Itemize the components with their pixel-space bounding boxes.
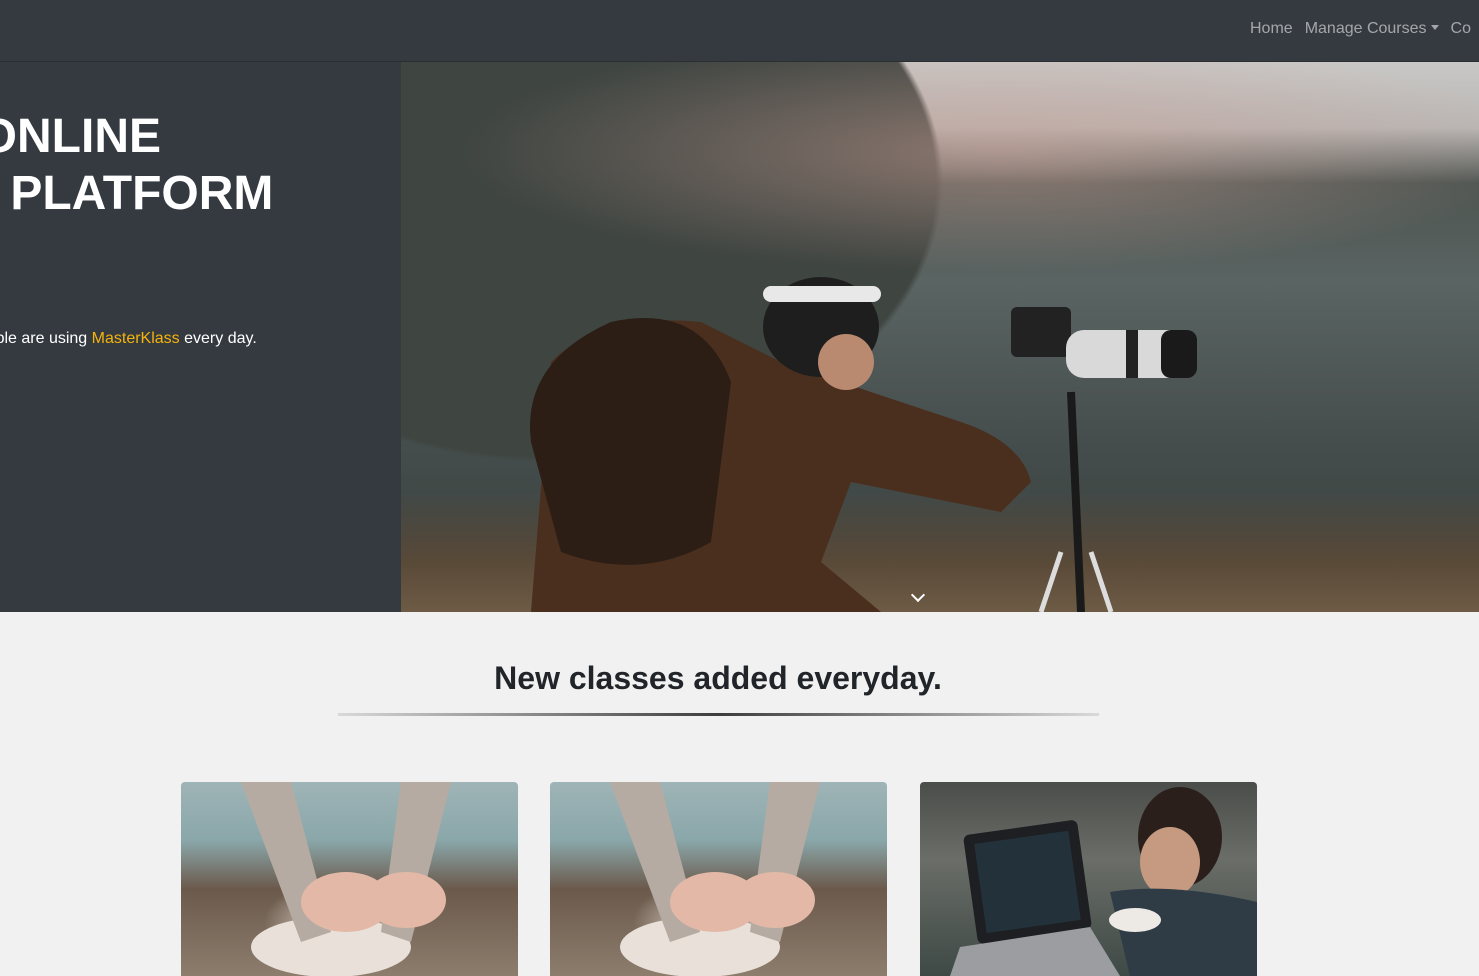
- hero-text-panel: ST ONLINE NG PLATFORM D f people are usi…: [0, 62, 401, 612]
- photographer-illustration: [530, 277, 1197, 612]
- class-card-baking-2[interactable]: [550, 782, 887, 976]
- hero-subtitle: f people are using MasterKlass every day…: [0, 330, 257, 348]
- hero-title-line3: D: [0, 222, 401, 279]
- brand-name: MasterKlass: [91, 330, 180, 347]
- hero-section: ST ONLINE NG PLATFORM D f people are usi…: [0, 62, 1479, 612]
- baking-image: [241, 782, 451, 976]
- navbar: Home Manage Courses Co: [0, 0, 1479, 62]
- hero-photographer-image: [401, 62, 1479, 612]
- hero-title-line2: NG PLATFORM: [0, 167, 274, 220]
- section-divider: [338, 713, 1099, 716]
- hero-title: ST ONLINE NG PLATFORM D: [0, 108, 401, 279]
- hero-subtitle-after: every day.: [179, 330, 257, 347]
- nav-links: Home Manage Courses Co: [1250, 20, 1479, 38]
- class-card-coding[interactable]: [920, 782, 1257, 976]
- nav-manage-courses-dropdown[interactable]: Manage Courses: [1305, 20, 1439, 38]
- hero-subtitle-before: f people are using: [0, 330, 88, 347]
- class-card-baking[interactable]: [181, 782, 518, 976]
- nav-courses-link[interactable]: Co: [1451, 20, 1471, 38]
- baking-image: [610, 782, 820, 976]
- hero-title-line1: ONLINE: [0, 110, 162, 163]
- section-title: New classes added everyday.: [494, 660, 942, 696]
- nav-home-link[interactable]: Home: [1250, 20, 1293, 38]
- coding-image: [950, 787, 1257, 976]
